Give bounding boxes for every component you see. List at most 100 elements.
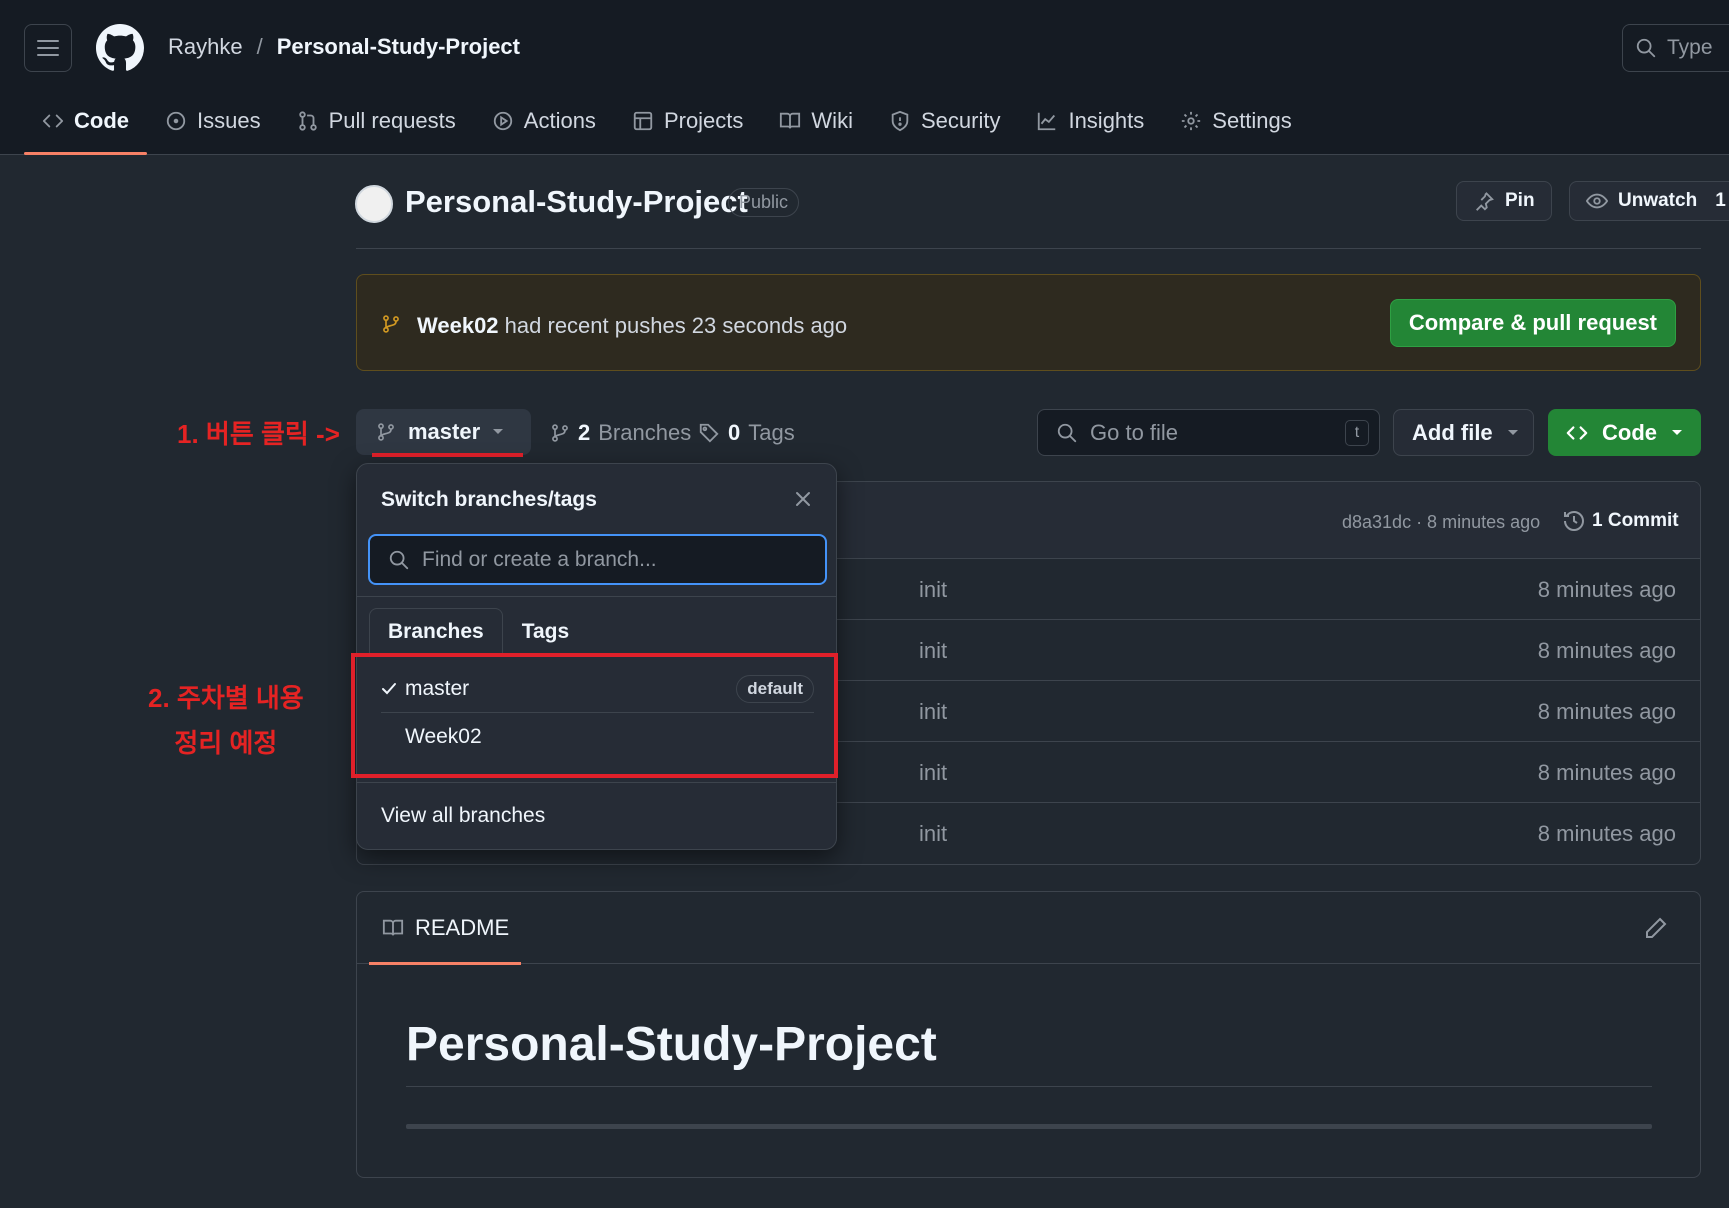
commit-message[interactable]: init bbox=[919, 577, 947, 603]
tab-security[interactable]: Security bbox=[871, 98, 1018, 144]
breadcrumb: Rayhke / Personal-Study-Project bbox=[168, 34, 520, 60]
code-label: Code bbox=[1602, 419, 1657, 445]
dropdown-tabs: Branches Tags bbox=[369, 608, 588, 654]
annotation-underline bbox=[372, 453, 523, 457]
repo-link[interactable]: Personal-Study-Project bbox=[277, 34, 520, 60]
branch-icon bbox=[381, 313, 401, 335]
book-icon bbox=[780, 112, 801, 129]
recent-push-banner: Week02 had recent pushes 23 seconds ago … bbox=[356, 274, 1701, 371]
menu-button[interactable] bbox=[24, 24, 72, 72]
annotation-step1: 1. 버튼 클릭 -> bbox=[177, 419, 340, 449]
banner-text: had recent pushes 23 seconds ago bbox=[504, 313, 848, 338]
view-all-branches-link[interactable]: View all branches bbox=[381, 804, 545, 828]
visibility-badge: Public bbox=[728, 188, 800, 217]
annotation-box bbox=[351, 653, 838, 778]
issue-icon bbox=[166, 111, 186, 131]
branch-icon bbox=[552, 424, 568, 442]
tab-code[interactable]: Code bbox=[24, 98, 147, 155]
tab-pull-requests[interactable]: Pull requests bbox=[279, 98, 474, 144]
shield-icon bbox=[891, 110, 909, 132]
github-logo-icon[interactable] bbox=[96, 24, 144, 72]
pin-label: Pin bbox=[1505, 190, 1535, 211]
play-icon bbox=[493, 111, 512, 131]
unwatch-button[interactable]: Unwatch 1 bbox=[1569, 181, 1729, 221]
tab-label: Security bbox=[920, 108, 1001, 133]
caret-down-icon bbox=[493, 429, 504, 434]
tab-projects[interactable]: Projects bbox=[614, 98, 761, 144]
annotation-step2: 2. 주차별 내용 정리 예정 bbox=[148, 676, 304, 766]
hamburger-icon bbox=[37, 40, 59, 56]
annotation-step2-line2: 정리 예정 bbox=[174, 728, 278, 758]
code-button[interactable]: Code bbox=[1548, 409, 1701, 456]
tag-icon bbox=[699, 423, 719, 443]
search-icon bbox=[1057, 423, 1077, 442]
readme-header: README bbox=[357, 892, 1700, 965]
add-file-label: Add file bbox=[1412, 419, 1493, 445]
tab-label: Actions bbox=[523, 108, 596, 133]
banner-branch[interactable]: Week02 bbox=[417, 313, 499, 338]
tags-link[interactable]: 0 Tags bbox=[698, 420, 795, 446]
book-icon bbox=[382, 919, 404, 936]
branches-label: Branches bbox=[598, 420, 692, 445]
readme-heading: Personal-Study-Project bbox=[406, 1018, 937, 1071]
commit-meta[interactable]: d8a31dc · 8 minutes ago bbox=[1342, 512, 1540, 533]
close-icon bbox=[796, 492, 810, 506]
readme-scrollbar[interactable] bbox=[406, 1124, 1652, 1129]
tab-insights[interactable]: Insights bbox=[1018, 98, 1162, 144]
add-file-button[interactable]: Add file bbox=[1393, 409, 1534, 456]
title-divider bbox=[356, 248, 1701, 249]
tab-issues[interactable]: Issues bbox=[147, 98, 279, 144]
search-input[interactable]: Type bbox=[1622, 24, 1729, 72]
branch-filter-placeholder: Find or create a branch... bbox=[422, 547, 657, 571]
divider bbox=[357, 596, 836, 597]
tab-branches[interactable]: Branches bbox=[369, 608, 503, 654]
search-icon bbox=[1636, 38, 1656, 58]
tab-label: Projects bbox=[663, 108, 744, 133]
readme-divider bbox=[406, 1086, 1652, 1087]
keyboard-shortcut: t bbox=[1345, 420, 1369, 446]
branch-filter-input[interactable]: Find or create a branch... bbox=[368, 534, 827, 585]
branches-link[interactable]: 2 Branches bbox=[550, 420, 691, 446]
pencil-icon bbox=[1646, 917, 1667, 938]
unwatch-label: Unwatch bbox=[1618, 190, 1698, 211]
owner-link[interactable]: Rayhke bbox=[168, 34, 243, 60]
edit-readme-button[interactable] bbox=[1644, 916, 1668, 940]
readme-tab[interactable]: README bbox=[369, 892, 522, 965]
caret-down-icon bbox=[1507, 429, 1518, 435]
go-to-file-input[interactable]: Go to file t bbox=[1037, 409, 1380, 456]
code-icon bbox=[42, 114, 64, 128]
branch-icon bbox=[378, 423, 394, 441]
commit-message[interactable]: init bbox=[919, 699, 947, 725]
history-icon bbox=[1564, 510, 1584, 531]
owner-avatar[interactable] bbox=[355, 185, 393, 223]
tab-label: Issues bbox=[197, 108, 261, 133]
commit-message[interactable]: init bbox=[919, 821, 947, 847]
commit-message[interactable]: init bbox=[919, 638, 947, 664]
compare-pull-request-button[interactable]: Compare & pull request bbox=[1389, 299, 1676, 347]
graph-icon bbox=[1038, 112, 1056, 131]
table-icon bbox=[633, 111, 653, 131]
tab-actions[interactable]: Actions bbox=[474, 98, 614, 144]
repo-title[interactable]: Personal-Study-Project bbox=[405, 184, 748, 220]
caret-down-icon bbox=[1672, 429, 1682, 435]
tab-label: Settings bbox=[1212, 108, 1292, 133]
commits-link[interactable]: 1 Commit bbox=[1562, 509, 1679, 533]
close-button[interactable] bbox=[794, 490, 812, 508]
pin-icon bbox=[1476, 192, 1494, 211]
global-header: Rayhke / Personal-Study-Project Type Cod… bbox=[0, 0, 1729, 155]
eye-icon bbox=[1586, 193, 1608, 209]
divider bbox=[357, 782, 836, 783]
annotation-step2-line1: 2. 주차별 내용 bbox=[148, 683, 304, 713]
tab-settings[interactable]: Settings bbox=[1162, 98, 1310, 144]
banner-message: Week02 had recent pushes 23 seconds ago bbox=[417, 313, 847, 339]
search-icon bbox=[389, 550, 409, 569]
dropdown-title: Switch branches/tags bbox=[381, 488, 597, 511]
tags-count: 0 bbox=[728, 420, 741, 445]
commit-message[interactable]: init bbox=[919, 760, 947, 786]
current-branch: master bbox=[408, 419, 481, 444]
tab-tags[interactable]: Tags bbox=[503, 608, 588, 654]
tab-wiki[interactable]: Wiki bbox=[761, 98, 871, 144]
branch-select-button[interactable]: master bbox=[356, 409, 531, 455]
pin-button[interactable]: Pin bbox=[1456, 181, 1552, 221]
commit-time: 8 minutes ago bbox=[1537, 821, 1676, 846]
